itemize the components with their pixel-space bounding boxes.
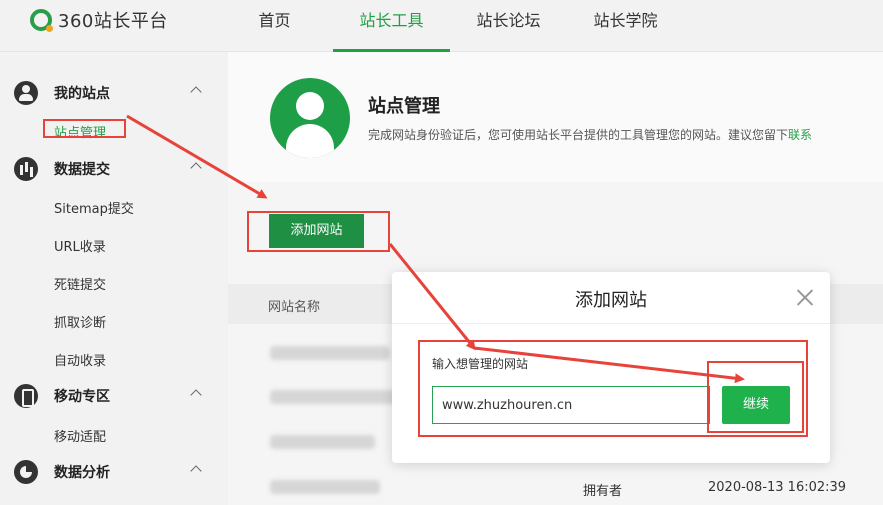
- blurred-site-name: [270, 346, 390, 360]
- bar-chart-icon: [14, 157, 38, 181]
- nav-webmaster-tools[interactable]: 站长工具: [333, 0, 450, 52]
- description-text: 完成网站身份验证后，您可使用站长平台提供的工具管理您的网站。建议您留下: [368, 128, 789, 142]
- main-nav: 首页 站长工具 站长论坛 站长学院: [216, 0, 684, 52]
- mobile-icon: [14, 384, 38, 408]
- sidebar-group-label: 我的站点: [54, 86, 110, 102]
- add-site-button[interactable]: 添加网站: [269, 214, 364, 248]
- logo-icon: [30, 9, 53, 32]
- add-site-dialog: 添加网站 输入想管理的网站 继续: [392, 272, 830, 463]
- logo-text: 360站长平台: [58, 11, 168, 32]
- nav-forum[interactable]: 站长论坛: [450, 0, 567, 52]
- sidebar-item-sitemap[interactable]: Sitemap提交: [54, 198, 134, 217]
- blurred-site-name: [270, 435, 375, 449]
- sidebar-item-site-management[interactable]: 站点管理: [54, 122, 106, 141]
- site-logo[interactable]: 360站长平台: [30, 8, 168, 32]
- sidebar-group-analytics[interactable]: 数据分析: [14, 458, 214, 486]
- sidebar-group-mobile[interactable]: 移动专区: [14, 382, 214, 410]
- dialog-title: 添加网站: [575, 290, 647, 311]
- page-header: 站点管理 完成网站身份验证后，您可使用站长平台提供的工具管理您的网站。建议您留下…: [228, 52, 883, 182]
- avatar: [270, 78, 350, 158]
- site-url-input[interactable]: [432, 386, 710, 424]
- table-row-role: 拥有者: [583, 484, 623, 499]
- sidebar-item-dead-links[interactable]: 死链提交: [54, 274, 106, 293]
- continue-button[interactable]: 继续: [722, 386, 790, 424]
- sidebar-item-auto-index[interactable]: 自动收录: [54, 350, 106, 369]
- blurred-site-name: [270, 390, 400, 404]
- sidebar-group-label: 数据分析: [54, 465, 110, 481]
- blurred-site-name: [270, 480, 380, 494]
- sidebar-item-crawl-diagnose[interactable]: 抓取诊断: [54, 312, 106, 331]
- nav-home[interactable]: 首页: [216, 0, 333, 52]
- top-navigation: 360站长平台 首页 站长工具 站长论坛 站长学院: [0, 0, 883, 52]
- dialog-header: 添加网站: [392, 272, 830, 324]
- sidebar-item-url-index[interactable]: URL收录: [54, 236, 106, 255]
- page-description: 完成网站身份验证后，您可使用站长平台提供的工具管理您的网站。建议您留下联系: [368, 126, 883, 143]
- table-row-time: 2020-08-13 16:02:39: [708, 480, 847, 495]
- user-icon: [14, 81, 38, 105]
- page-title: 站点管理: [368, 96, 440, 117]
- close-icon[interactable]: [796, 288, 814, 306]
- sidebar-group-data-submit[interactable]: 数据提交: [14, 155, 214, 183]
- sidebar-group-my-sites[interactable]: 我的站点: [14, 79, 214, 107]
- sidebar: 我的站点 站点管理 数据提交 Sitemap提交 URL收录 死链提交 抓取诊断…: [0, 52, 228, 505]
- contact-link[interactable]: 联系: [788, 128, 812, 142]
- site-field-label: 输入想管理的网站: [432, 357, 529, 371]
- sidebar-group-label: 数据提交: [54, 162, 110, 178]
- chevron-up-icon: [190, 162, 202, 174]
- nav-academy[interactable]: 站长学院: [567, 0, 684, 52]
- sidebar-item-mobile-adapt[interactable]: 移动适配: [54, 426, 106, 445]
- column-site-name: 网站名称: [268, 300, 321, 315]
- chevron-up-icon: [190, 389, 202, 401]
- chevron-up-icon: [190, 86, 202, 98]
- chevron-up-icon: [190, 465, 202, 477]
- sidebar-group-label: 移动专区: [54, 389, 110, 405]
- pie-chart-icon: [14, 460, 38, 484]
